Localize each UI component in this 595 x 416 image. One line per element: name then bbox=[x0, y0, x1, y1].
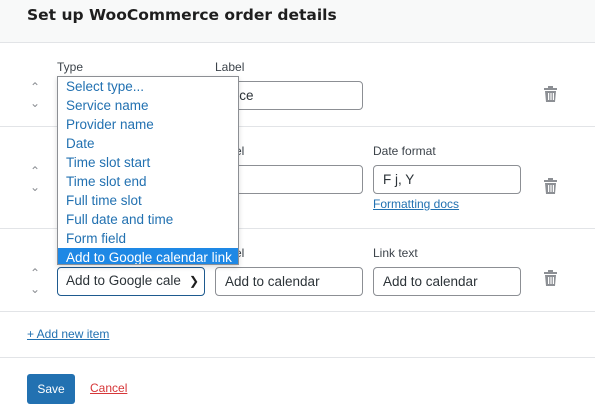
page-title: Set up WooCommerce order details bbox=[27, 6, 337, 24]
dropdown-option[interactable]: Provider name bbox=[58, 115, 238, 134]
header-bar: Set up WooCommerce order details bbox=[0, 0, 595, 43]
dropdown-option[interactable]: Service name bbox=[58, 96, 238, 115]
dropdown-option[interactable]: Time slot end bbox=[58, 172, 238, 191]
move-up-icon[interactable]: ⌃ bbox=[27, 267, 43, 279]
dropdown-option[interactable]: Full date and time bbox=[58, 210, 238, 229]
divider bbox=[0, 357, 595, 358]
move-down-icon[interactable]: ⌄ bbox=[27, 283, 43, 295]
link-text-input[interactable]: Add to calendar bbox=[373, 267, 521, 296]
delete-icon[interactable] bbox=[544, 86, 557, 102]
move-up-icon[interactable]: ⌃ bbox=[27, 165, 43, 177]
cancel-button[interactable]: Cancel bbox=[90, 381, 127, 395]
dropdown-option[interactable]: Form field bbox=[58, 229, 238, 248]
dropdown-option[interactable]: Time slot start bbox=[58, 153, 238, 172]
delete-icon[interactable] bbox=[544, 270, 557, 286]
label-input[interactable]: Add to calendar bbox=[215, 267, 363, 296]
date-format-input[interactable]: F j, Y bbox=[373, 165, 521, 194]
type-label: Type bbox=[57, 60, 84, 74]
move-down-icon[interactable]: ⌄ bbox=[27, 97, 43, 109]
delete-icon[interactable] bbox=[544, 178, 557, 194]
move-up-icon[interactable]: ⌃ bbox=[27, 81, 43, 93]
type-select[interactable]: Add to Google cale ❯ bbox=[57, 267, 205, 296]
dropdown-option[interactable]: Full time slot bbox=[58, 191, 238, 210]
dropdown-option-selected[interactable]: Add to Google calendar link bbox=[58, 248, 238, 264]
dropdown-option[interactable]: Date bbox=[58, 134, 238, 153]
type-select-value: Add to Google cale bbox=[66, 273, 181, 288]
save-button[interactable]: Save bbox=[27, 374, 75, 404]
chevron-down-icon: ❯ bbox=[188, 274, 199, 288]
formatting-docs-link[interactable]: Formatting docs bbox=[373, 197, 459, 211]
dropdown-option[interactable]: Select type... bbox=[58, 77, 238, 96]
link-text-label: Link text bbox=[373, 246, 418, 260]
add-new-item-link[interactable]: + Add new item bbox=[27, 327, 109, 341]
date-format-label: Date format bbox=[373, 144, 436, 158]
type-dropdown-list: Select type... Service name Provider nam… bbox=[57, 76, 239, 265]
move-down-icon[interactable]: ⌄ bbox=[27, 181, 43, 193]
label-label: Label bbox=[215, 60, 245, 74]
